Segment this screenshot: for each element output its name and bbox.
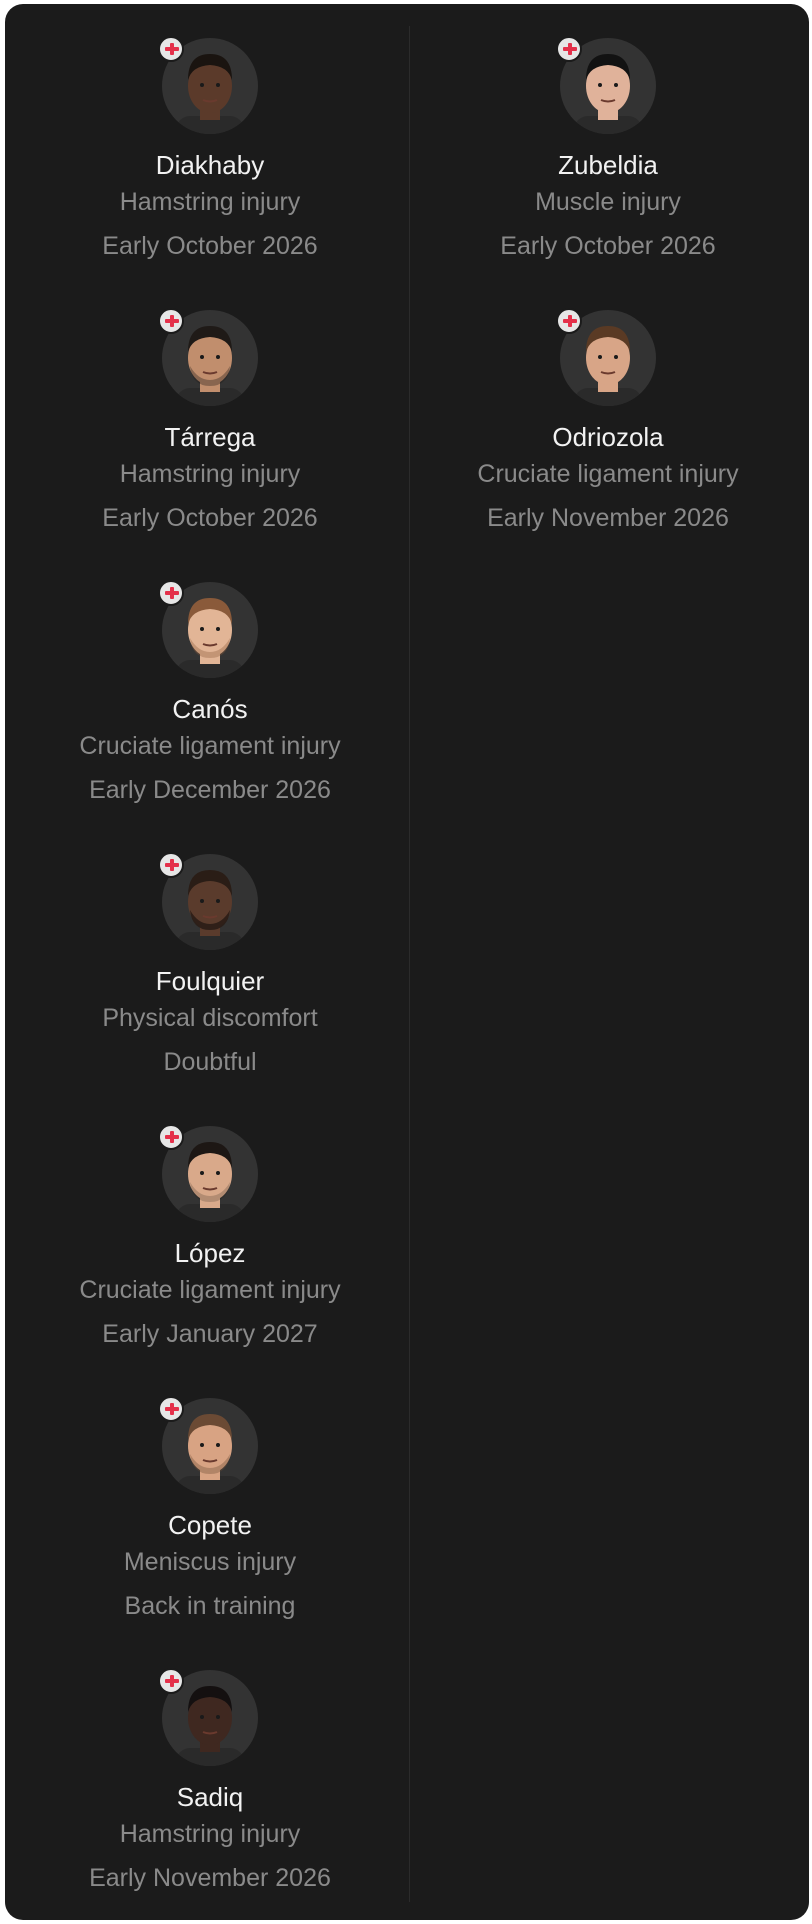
medical-cross-icon	[158, 1396, 184, 1422]
player-name: Copete	[168, 1510, 252, 1540]
player-card-foulquier[interactable]: Foulquier Physical discomfort Doubtful	[13, 852, 407, 1126]
player-return-date: Early November 2026	[89, 1864, 331, 1892]
player-card-zubeldia[interactable]: Zubeldia Muscle injury Early October 202…	[411, 36, 805, 310]
medical-cross-icon	[158, 1124, 184, 1150]
column-divider	[409, 26, 410, 1902]
player-name: Canós	[172, 694, 248, 724]
player-injury-type: Hamstring injury	[119, 460, 301, 488]
player-return-date: Early October 2026	[500, 232, 716, 260]
player-return-date: Early December 2026	[89, 776, 331, 804]
player-avatar-wrap	[158, 36, 258, 134]
player-card-copete[interactable]: Copete Meniscus injury Back in training	[13, 1396, 407, 1670]
player-name: Foulquier	[155, 966, 265, 996]
player-card-odriozola[interactable]: Odriozola Cruciate ligament injury Early…	[411, 308, 805, 582]
player-return-date: Early October 2026	[102, 232, 318, 260]
player-card-diakhaby[interactable]: Diakhaby Hamstring injury Early October …	[13, 36, 407, 310]
player-injury-type: Muscle injury	[535, 188, 681, 216]
player-injury-type: Cruciate ligament injury	[79, 1276, 341, 1304]
player-avatar-wrap	[158, 1124, 258, 1222]
medical-cross-icon	[158, 852, 184, 878]
medical-cross-icon	[158, 36, 184, 62]
player-avatar-wrap	[158, 1668, 258, 1766]
player-card-sadiq[interactable]: Sadiq Hamstring injury Early November 20…	[13, 1668, 407, 1920]
player-name: López	[174, 1238, 246, 1268]
player-injury-type: Cruciate ligament injury	[79, 732, 341, 760]
medical-cross-icon	[158, 1668, 184, 1694]
player-name: Sadiq	[176, 1782, 244, 1812]
injured-players-column-right: Zubeldia Muscle injury Early October 202…	[411, 36, 805, 582]
player-injury-type: Hamstring injury	[119, 188, 301, 216]
player-name: Zubeldia	[558, 150, 658, 180]
player-return-date: Doubtful	[163, 1048, 257, 1076]
player-name: Odriozola	[552, 422, 664, 452]
player-return-date: Early January 2027	[102, 1320, 318, 1348]
medical-cross-icon	[158, 580, 184, 606]
player-name: Tárrega	[164, 422, 256, 452]
player-card-lopez[interactable]: López Cruciate ligament injury Early Jan…	[13, 1124, 407, 1398]
player-avatar-wrap	[158, 1396, 258, 1494]
medical-cross-icon	[556, 308, 582, 334]
medical-cross-icon	[556, 36, 582, 62]
player-avatar-wrap	[158, 852, 258, 950]
player-return-date: Back in training	[124, 1592, 296, 1620]
injuries-panel: Diakhaby Hamstring injury Early October …	[5, 4, 809, 1920]
player-return-date: Early November 2026	[487, 504, 729, 532]
player-avatar-wrap	[556, 36, 656, 134]
player-injury-type: Physical discomfort	[102, 1004, 318, 1032]
player-injury-type: Cruciate ligament injury	[477, 460, 739, 488]
player-avatar-wrap	[158, 580, 258, 678]
player-name: Diakhaby	[155, 150, 265, 180]
player-avatar-wrap	[556, 308, 656, 406]
medical-cross-icon	[158, 308, 184, 334]
player-card-tarrega[interactable]: Tárrega Hamstring injury Early October 2…	[13, 308, 407, 582]
player-card-canos[interactable]: Canós Cruciate ligament injury Early Dec…	[13, 580, 407, 854]
injured-players-column-left: Diakhaby Hamstring injury Early October …	[13, 36, 407, 1920]
player-return-date: Early October 2026	[102, 504, 318, 532]
player-injury-type: Hamstring injury	[119, 1820, 301, 1848]
player-avatar-wrap	[158, 308, 258, 406]
player-injury-type: Meniscus injury	[123, 1548, 297, 1576]
